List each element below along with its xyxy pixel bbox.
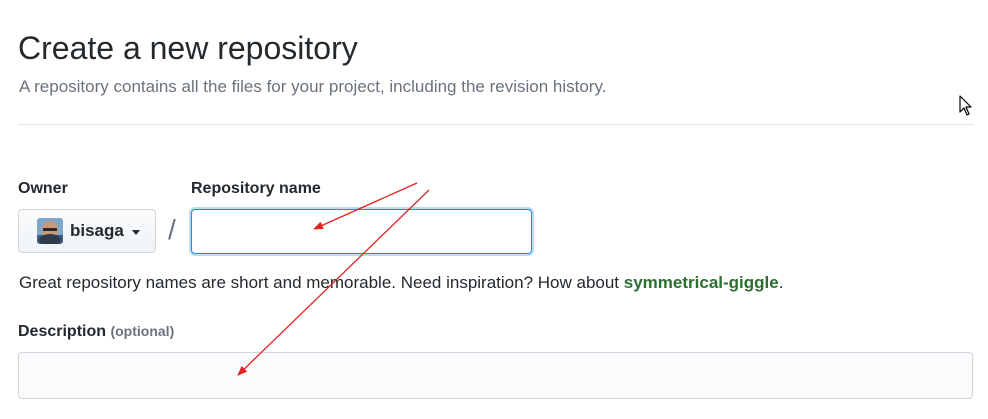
owner-repo-separator: /	[168, 214, 176, 245]
hint-end: .	[778, 273, 784, 292]
avatar	[37, 218, 63, 244]
description-label-text: Description	[18, 323, 107, 340]
header-divider	[18, 124, 974, 125]
repository-name-hint: Great repository names are short and mem…	[19, 272, 783, 294]
mouse-pointer-icon	[959, 95, 973, 122]
description-label: Description (optional)	[18, 321, 174, 342]
name-suggestion-link[interactable]: symmetrical-giggle	[624, 273, 779, 292]
page-subtitle: A repository contains all the files for …	[19, 77, 607, 96]
owner-label: Owner	[18, 180, 68, 197]
page-title: Create a new repository	[18, 30, 358, 66]
optional-tag: (optional)	[110, 323, 175, 339]
description-input[interactable]	[18, 352, 973, 399]
owner-name: bisaga	[70, 221, 124, 240]
repository-name-label: Repository name	[191, 180, 321, 197]
owner-dropdown-button[interactable]: bisaga	[18, 209, 156, 253]
repository-name-input[interactable]	[191, 209, 532, 254]
hint-text: Great repository names are short and mem…	[19, 273, 624, 292]
caret-down-icon	[131, 229, 140, 235]
